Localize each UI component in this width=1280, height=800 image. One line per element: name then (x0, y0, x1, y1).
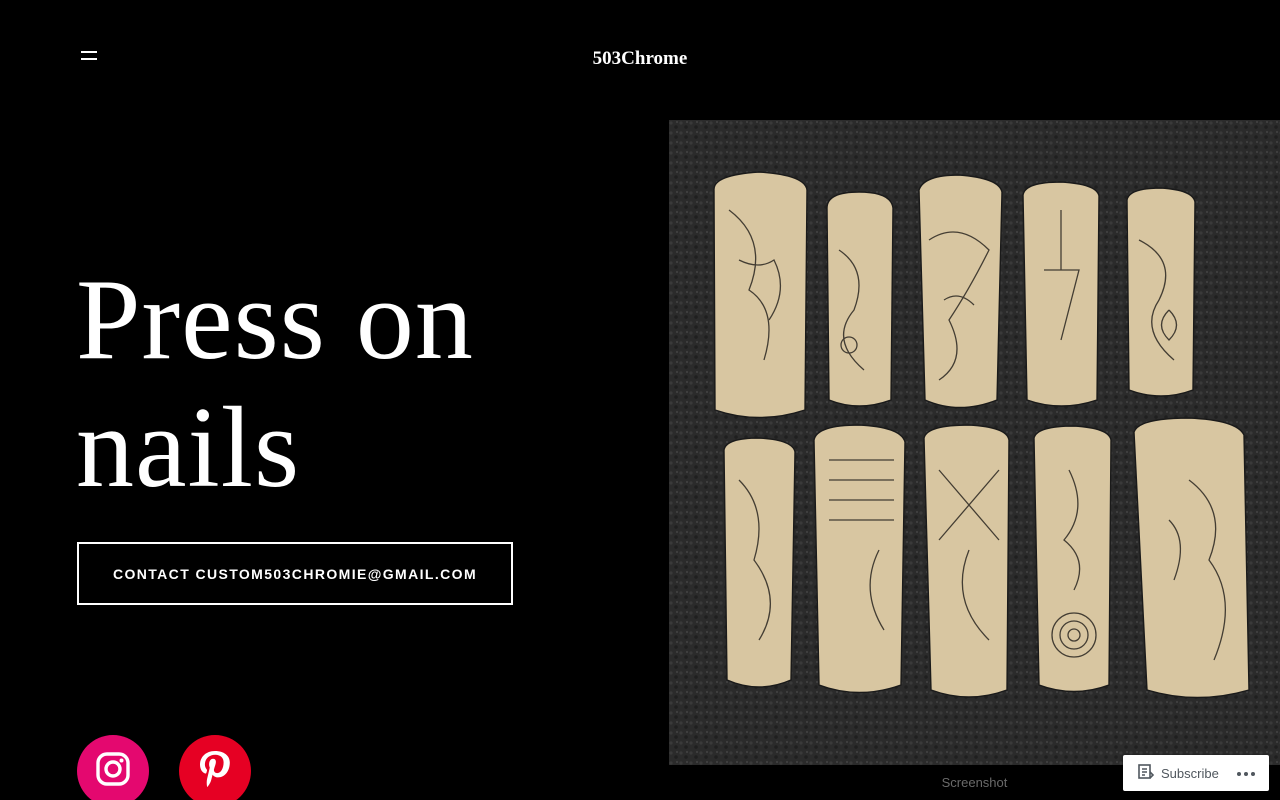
subscribe-icon (1137, 763, 1161, 784)
instagram-link[interactable] (77, 735, 149, 800)
subscribe-button[interactable]: Subscribe (1123, 755, 1229, 791)
pinterest-link[interactable] (179, 735, 251, 800)
pinterest-icon (197, 749, 233, 794)
site-title[interactable]: 503Chrome (0, 48, 1280, 70)
action-bar: Subscribe (1123, 755, 1269, 791)
more-button[interactable] (1231, 755, 1261, 791)
more-horizontal-icon (1236, 764, 1256, 782)
contact-button[interactable]: CONTACT CUSTOM503CHROMIE@GMAIL.COM (77, 542, 513, 605)
hero-title: Press on nails (76, 256, 474, 512)
instagram-icon (95, 751, 131, 792)
hero-image (669, 120, 1280, 765)
subscribe-label: Subscribe (1161, 765, 1219, 781)
